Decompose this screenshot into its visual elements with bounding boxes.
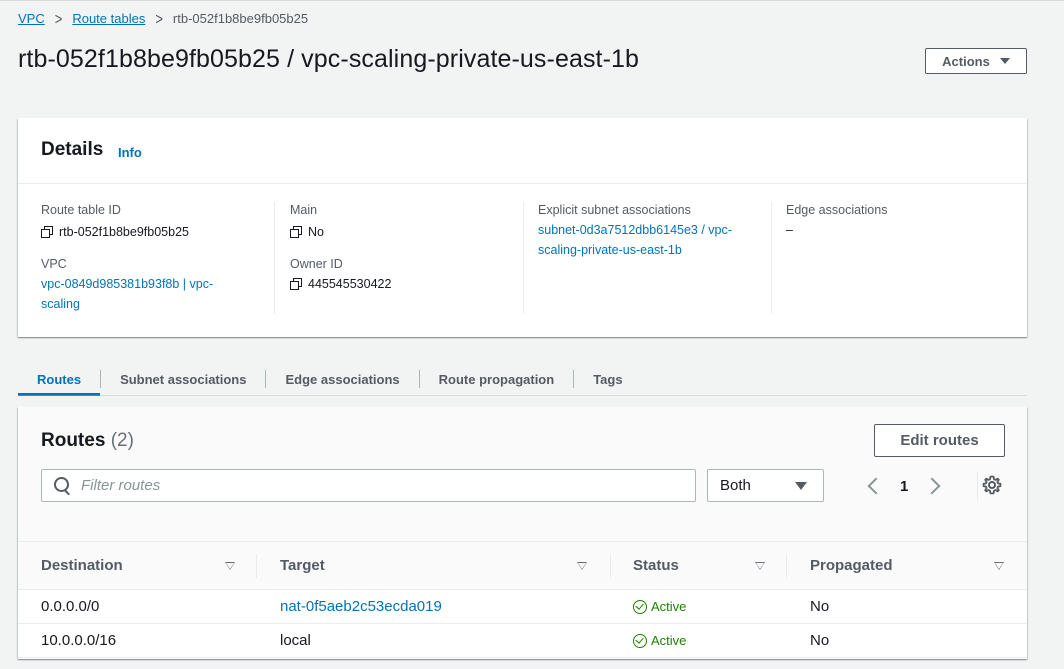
details-column-2: Main No Owner ID 445545530422 — [290, 202, 391, 294]
details-column-3: Explicit subnet associations subnet-0d3a… — [538, 202, 732, 260]
routes-title-text: Routes — [41, 430, 106, 451]
propagation-filter-select[interactable]: Both — [707, 469, 824, 502]
route-table-id-text: rtb-052f1b8be9fb05b25 — [59, 225, 189, 239]
column-header-target[interactable]: Target — [280, 542, 325, 589]
breadcrumb-separator-icon: > — [155, 8, 163, 29]
sort-icon[interactable] — [577, 562, 587, 570]
copy-icon[interactable] — [290, 226, 302, 238]
tab-routes[interactable]: Routes — [18, 362, 101, 396]
filter-routes-box[interactable] — [41, 469, 696, 502]
status-cell: Active — [633, 624, 686, 657]
details-column-1: Route table ID rtb-052f1b8be9fb05b25 VPC… — [41, 202, 213, 314]
info-link[interactable]: Info — [118, 145, 142, 160]
status-cell: Active — [633, 590, 686, 623]
details-title: Details — [41, 139, 104, 160]
sort-icon[interactable] — [755, 562, 765, 570]
edit-routes-button[interactable]: Edit routes — [874, 424, 1005, 457]
tabs-underline — [18, 395, 1027, 396]
routes-count: (2) — [110, 430, 134, 451]
explicit-subnet-link[interactable]: subnet-0d3a7512dbb6145e3 / vpc- scaling-… — [538, 220, 732, 260]
routes-table-header: Destination Target Status Propagated — [18, 541, 1027, 590]
details-header: Details Info — [18, 118, 1027, 184]
caret-down-icon — [795, 481, 807, 490]
breadcrumb-route-tables-link[interactable]: Route tables — [72, 11, 145, 26]
main-value: No — [290, 222, 391, 242]
tab-edge-associations[interactable]: Edge associations — [266, 362, 418, 396]
destination-cell: 0.0.0.0/0 — [41, 598, 100, 615]
filter-routes-input[interactable] — [81, 477, 641, 494]
sort-icon[interactable] — [994, 562, 1004, 570]
vpc-label: VPC — [41, 257, 67, 271]
breadcrumb-current: rtb-052f1b8be9fb05b25 — [172, 11, 309, 26]
tab-subnet-associations[interactable]: Subnet associations — [101, 362, 265, 396]
table-row: 10.0.0.0/16 local Active No — [18, 624, 1027, 658]
destination-cell: 10.0.0.0/16 — [41, 632, 117, 649]
caret-down-icon — [999, 58, 1010, 64]
status-text: Active — [651, 599, 687, 614]
routes-panel: Routes (2) Edit routes Both 1 Destinatio… — [18, 407, 1027, 659]
table-row: 0.0.0.0/0 nat-0f5aeb2c53ecda019 Active N… — [18, 590, 1027, 624]
owner-id-value: 445545530422 — [290, 274, 391, 294]
tab-tags[interactable]: Tags — [574, 362, 641, 396]
page-number[interactable]: 1 — [900, 478, 908, 495]
column-divider — [610, 554, 611, 578]
gear-icon[interactable] — [982, 475, 1002, 495]
vpc-link-line2: scaling — [41, 297, 80, 311]
routes-title: Routes (2) — [41, 430, 134, 452]
column-divider — [771, 202, 772, 314]
main-label: Main — [290, 203, 318, 217]
column-divider — [523, 202, 524, 314]
pagination: 1 — [864, 473, 942, 499]
breadcrumb: VPC > Route tables > rtb-052f1b8be9fb05b… — [18, 8, 309, 29]
owner-id-text: 445545530422 — [308, 277, 392, 291]
edge-associations-value: – — [786, 223, 793, 237]
check-circle-icon — [633, 599, 647, 614]
breadcrumb-separator-icon: > — [54, 8, 63, 29]
tab-route-propagation[interactable]: Route propagation — [420, 362, 574, 396]
target-cell: local — [280, 632, 311, 649]
actions-button[interactable]: Actions — [925, 48, 1027, 74]
details-column-4: Edge associations – — [786, 202, 887, 240]
search-icon — [54, 476, 72, 495]
route-table-id-label: Route table ID — [41, 203, 121, 217]
column-divider — [786, 554, 787, 578]
column-header-status[interactable]: Status — [633, 542, 679, 589]
propagated-cell: No — [810, 598, 830, 615]
owner-id-label: Owner ID — [290, 257, 343, 271]
column-divider — [256, 554, 257, 578]
route-table-id-value: rtb-052f1b8be9fb05b25 — [41, 222, 213, 242]
actions-button-label: Actions — [942, 53, 990, 69]
vpc-link[interactable]: vpc-0849d985381b93f8b | vpc- scaling — [41, 274, 213, 314]
copy-icon[interactable] — [41, 226, 53, 238]
next-page-icon[interactable] — [923, 477, 941, 495]
check-circle-icon — [633, 633, 647, 648]
status-text: Active — [651, 633, 687, 648]
vpc-link-line1: vpc-0849d985381b93f8b | vpc- — [41, 277, 214, 291]
main-value-text: No — [308, 225, 324, 239]
propagation-filter-value: Both — [720, 477, 751, 494]
details-panel: Details Info Route table ID rtb-052f1b8b… — [18, 118, 1027, 337]
explicit-subnet-line2: scaling-private-us-east-1b — [538, 243, 682, 257]
propagated-cell: No — [810, 632, 830, 649]
explicit-subnet-associations-label: Explicit subnet associations — [538, 203, 691, 217]
page-title: rtb-052f1b8be9fb05b25 / vpc-scaling-priv… — [18, 45, 640, 73]
pagination-divider — [977, 471, 978, 501]
target-link[interactable]: nat-0f5aeb2c53ecda019 — [280, 590, 442, 623]
tab-bar: Routes Subnet associations Edge associat… — [18, 361, 642, 397]
explicit-subnet-line1: subnet-0d3a7512dbb6145e3 / vpc- — [538, 223, 732, 237]
sort-icon[interactable] — [225, 562, 235, 570]
previous-page-icon[interactable] — [867, 477, 885, 495]
column-divider — [274, 202, 275, 314]
edge-associations-label: Edge associations — [786, 203, 888, 217]
copy-icon[interactable] — [290, 278, 302, 290]
breadcrumb-vpc-link[interactable]: VPC — [18, 11, 45, 26]
column-header-propagated[interactable]: Propagated — [810, 542, 893, 589]
column-header-destination[interactable]: Destination — [41, 542, 123, 589]
